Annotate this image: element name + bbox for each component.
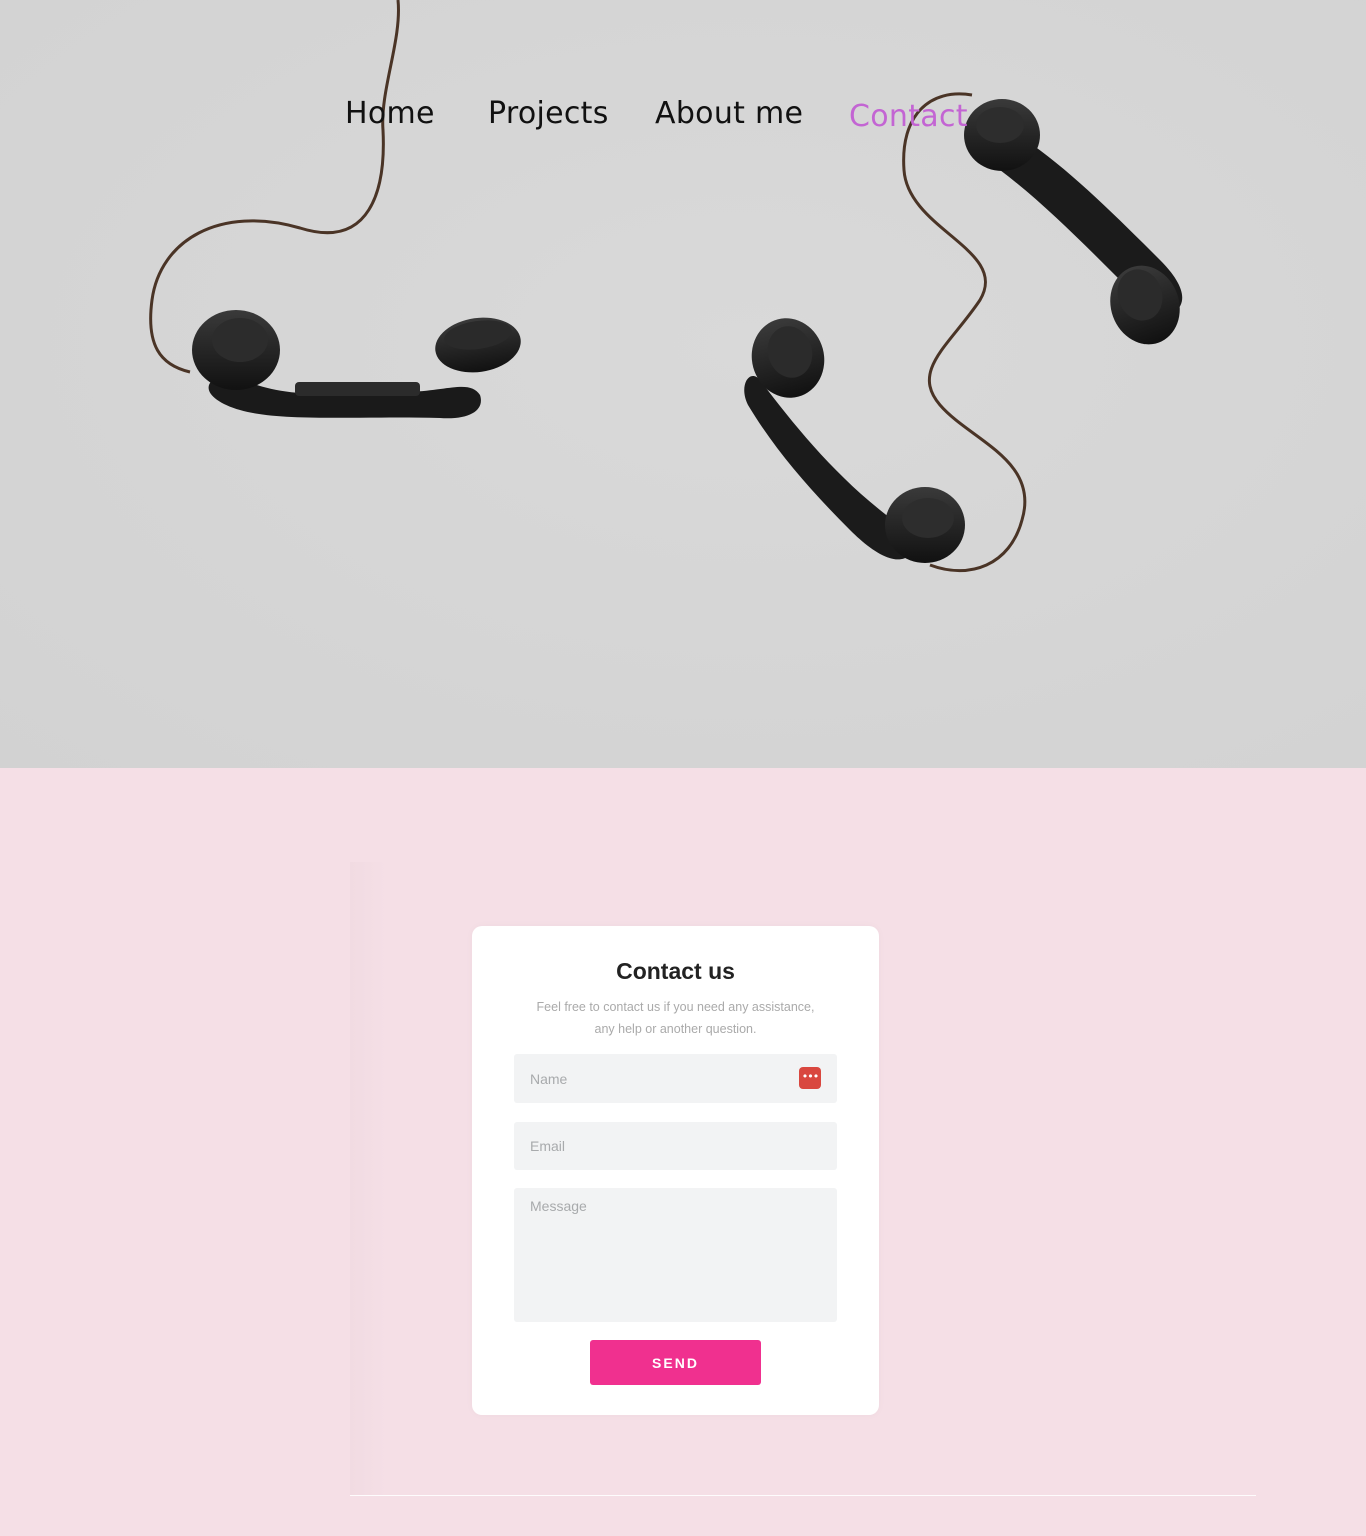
contact-form-subtitle: Feel free to contact us if you need any … (512, 996, 839, 1040)
nav-about-link[interactable]: About me (655, 96, 803, 131)
contact-form-subtitle-line2: any help or another question. (594, 1022, 757, 1036)
send-button[interactable]: SEND (590, 1340, 761, 1385)
hero-section: Home Projects About me Contact (0, 0, 1366, 768)
contact-form-title: Contact us (616, 958, 735, 984)
name-input[interactable] (514, 1054, 837, 1103)
message-textarea[interactable] (514, 1188, 837, 1322)
nav-home-link[interactable]: Home (345, 96, 435, 131)
footer-divider (350, 1495, 1256, 1496)
main-nav: Home Projects About me Contact (0, 0, 1366, 200)
email-input[interactable] (514, 1122, 837, 1170)
nav-projects-link[interactable]: Projects (488, 96, 609, 131)
nav-contact-link[interactable]: Contact (849, 99, 968, 134)
contact-form-subtitle-line1: Feel free to contact us if you need any … (536, 1000, 815, 1014)
password-manager-icon[interactable]: ••• (799, 1067, 821, 1089)
contact-form-card: Contact us Feel free to contact us if yo… (472, 926, 879, 1415)
